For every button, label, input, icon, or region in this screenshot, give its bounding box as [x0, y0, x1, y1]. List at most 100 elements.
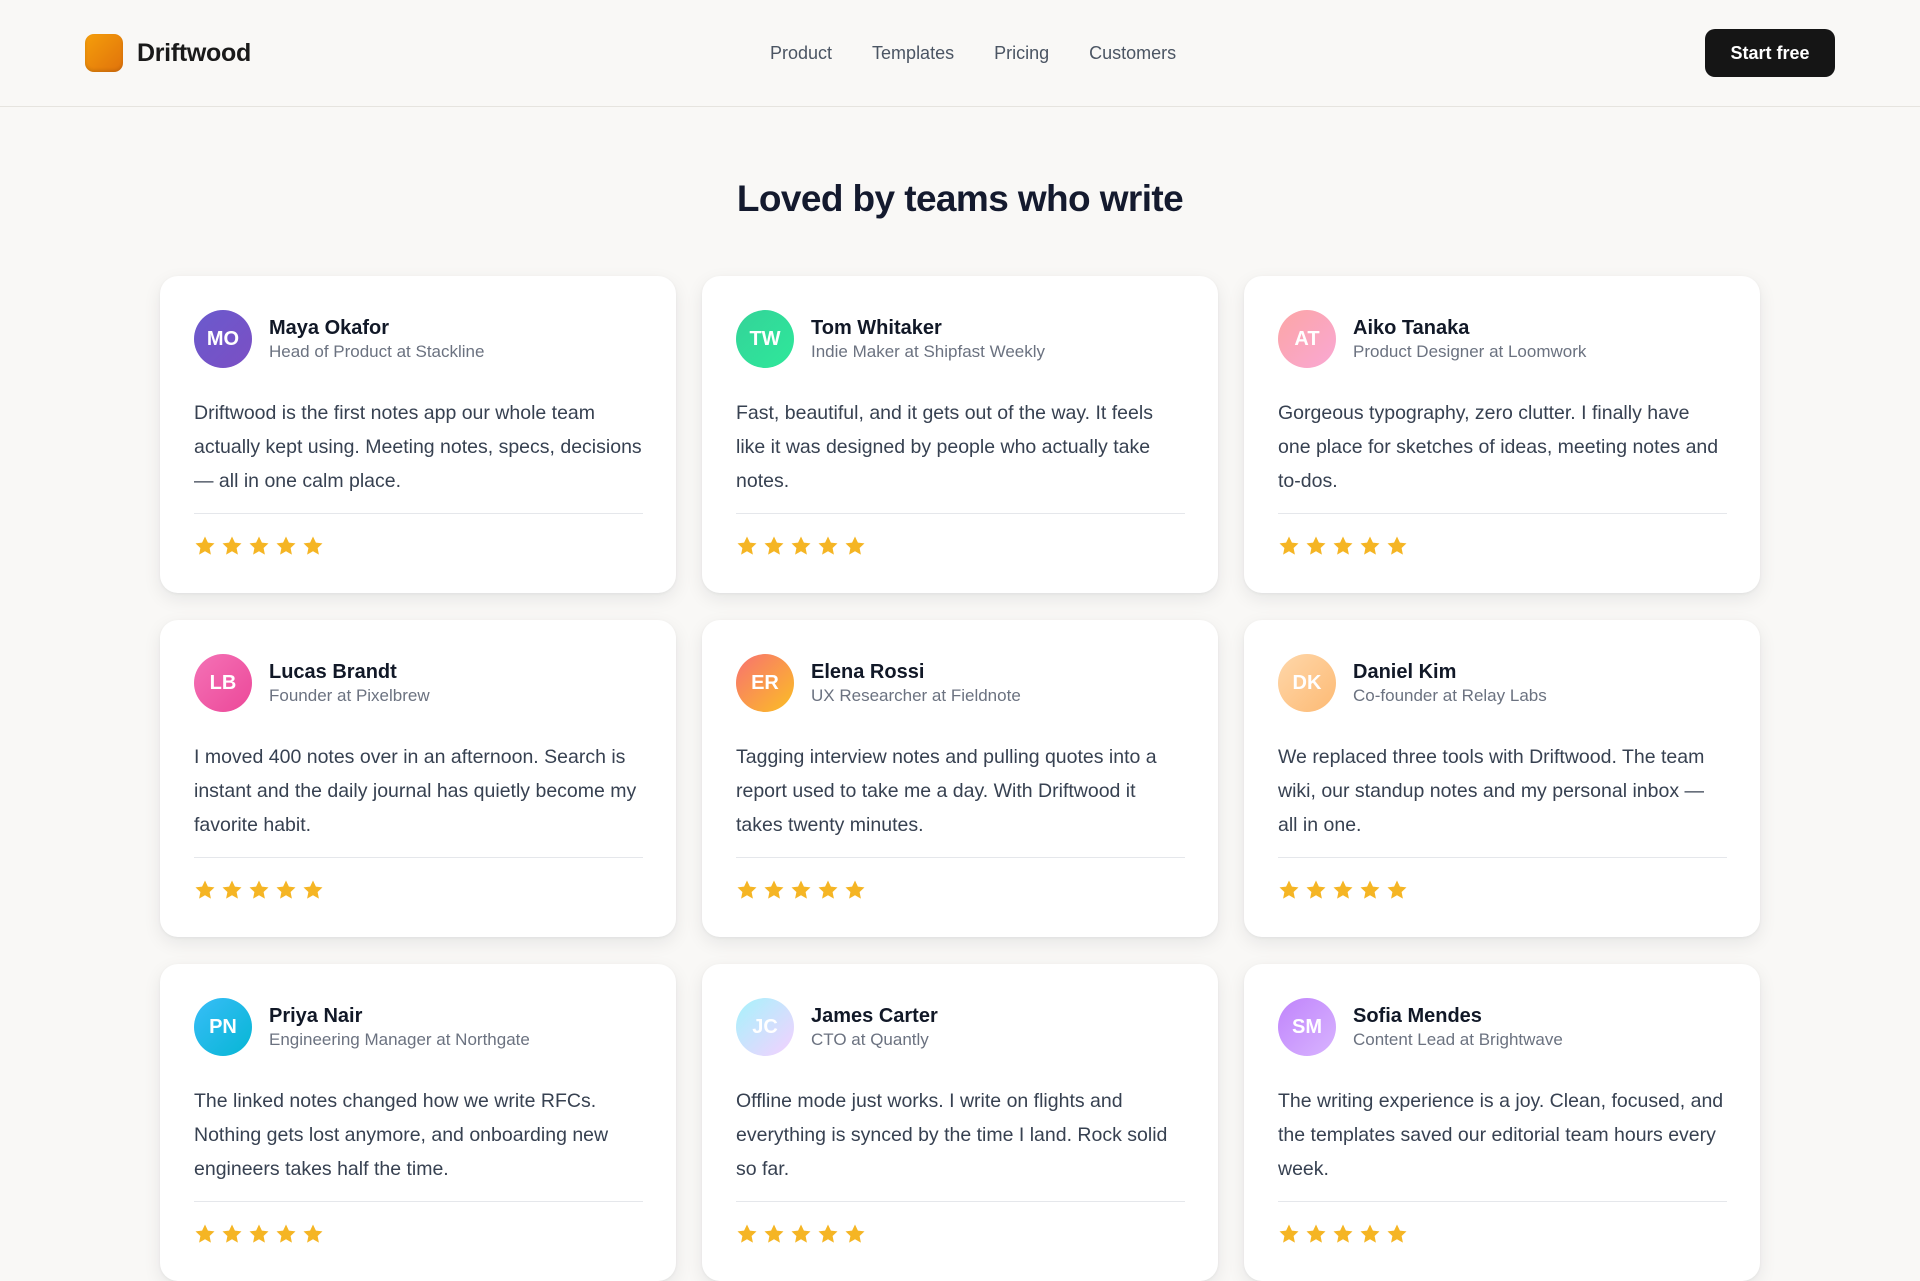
- author-role: Product Designer at Loomwork: [1353, 342, 1587, 361]
- author-info: Elena Rossi UX Researcher at Fieldnote: [811, 660, 1021, 706]
- card-divider: [194, 513, 643, 514]
- nav-link-templates[interactable]: Templates: [872, 43, 954, 64]
- star-rating: [735, 878, 867, 902]
- author-role: Engineering Manager at Northgate: [269, 1030, 530, 1049]
- avatar: LB: [194, 654, 252, 712]
- star-icon: [843, 878, 867, 902]
- author-info: Maya Okafor Head of Product at Stackline: [269, 316, 484, 362]
- testimonial-card: SM Sofia Mendes Content Lead at Brightwave…: [1244, 964, 1760, 1281]
- author-name: Elena Rossi: [811, 661, 925, 683]
- star-icon: [843, 1222, 867, 1246]
- author-role: CTO at Quantly: [811, 1030, 929, 1049]
- avatar: JC: [736, 998, 794, 1056]
- testimonial-card: ER Elena Rossi UX Researcher at Fieldnote T…: [702, 620, 1218, 937]
- testimonial-author: JC James Carter CTO at Quantly: [736, 998, 1185, 1056]
- star-icon: [220, 1222, 244, 1246]
- card-divider: [194, 857, 643, 858]
- star-icon: [247, 1222, 271, 1246]
- testimonial-author: ER Elena Rossi UX Researcher at Fieldnote: [736, 654, 1185, 712]
- star-icon: [193, 534, 217, 558]
- star-icon: [247, 878, 271, 902]
- brand-name: Driftwood: [137, 38, 251, 67]
- nav-link-pricing[interactable]: Pricing: [994, 43, 1049, 64]
- star-icon: [1277, 534, 1301, 558]
- testimonial-author: SM Sofia Mendes Content Lead at Brightwave: [1278, 998, 1727, 1056]
- nav-link-customers[interactable]: Customers: [1089, 43, 1176, 64]
- star-icon: [762, 534, 786, 558]
- start-free-button[interactable]: Start free: [1705, 29, 1835, 77]
- avatar: SM: [1278, 998, 1336, 1056]
- avatar: DK: [1278, 654, 1336, 712]
- testimonial-quote: I moved 400 notes over in an afternoon. …: [194, 746, 637, 836]
- author-info: Aiko Tanaka Product Designer at Loomwork: [1353, 316, 1586, 362]
- star-icon: [193, 878, 217, 902]
- avatar: AT: [1278, 310, 1336, 368]
- top-navbar: Driftwood Product Templates Pricing Cust…: [0, 0, 1920, 107]
- star-icon: [1304, 1222, 1328, 1246]
- testimonial-card: AT Aiko Tanaka Product Designer at Loomwor…: [1244, 276, 1760, 593]
- star-icon: [789, 1222, 813, 1246]
- author-role: Co-founder at Relay Labs: [1353, 686, 1547, 705]
- star-icon: [301, 1222, 325, 1246]
- star-icon: [843, 534, 867, 558]
- star-icon: [1304, 878, 1328, 902]
- testimonial-card: DK Daniel Kim Co-founder at Relay Labs We r…: [1244, 620, 1760, 937]
- star-rating: [193, 1222, 325, 1246]
- brand-logo-link[interactable]: Driftwood: [85, 34, 251, 72]
- star-icon: [789, 878, 813, 902]
- testimonial-quote: Driftwood is the first notes app our who…: [194, 402, 642, 492]
- author-info: James Carter CTO at Quantly: [811, 1004, 938, 1050]
- card-divider: [736, 1201, 1185, 1202]
- testimonial-quote: The linked notes changed how we write RF…: [194, 1090, 609, 1180]
- card-divider: [1278, 1201, 1727, 1202]
- author-name: Aiko Tanaka: [1353, 317, 1470, 339]
- star-icon: [735, 534, 759, 558]
- author-role: Indie Maker at Shipfast Weekly: [811, 342, 1046, 361]
- star-icon: [1358, 534, 1382, 558]
- star-icon: [789, 534, 813, 558]
- driftwood-logo-icon: [85, 34, 123, 72]
- star-icon: [274, 534, 298, 558]
- star-icon: [220, 534, 244, 558]
- avatar: TW: [736, 310, 794, 368]
- star-icon: [816, 1222, 840, 1246]
- testimonial-quote: The writing experience is a joy. Clean, …: [1278, 1090, 1724, 1180]
- star-icon: [301, 878, 325, 902]
- avatar: ER: [736, 654, 794, 712]
- testimonial-quote: We replaced three tools with Driftwood. …: [1278, 746, 1705, 836]
- testimonial-author: PN Priya Nair Engineering Manager at North…: [194, 998, 643, 1056]
- author-name: Maya Okafor: [269, 317, 390, 339]
- card-divider: [1278, 513, 1727, 514]
- star-icon: [301, 534, 325, 558]
- author-info: Daniel Kim Co-founder at Relay Labs: [1353, 660, 1547, 706]
- star-rating: [735, 534, 867, 558]
- testimonial-card: PN Priya Nair Engineering Manager at North…: [160, 964, 676, 1281]
- card-divider: [194, 1201, 643, 1202]
- author-name: Sofia Mendes: [1353, 1005, 1482, 1027]
- testimonial-card: MO Maya Okafor Head of Product at Stacklin…: [160, 276, 676, 593]
- testimonial-card: LB Lucas Brandt Founder at Pixelbrew I move…: [160, 620, 676, 937]
- author-name: Daniel Kim: [1353, 661, 1457, 683]
- avatar: PN: [194, 998, 252, 1056]
- testimonial-author: MO Maya Okafor Head of Product at Stacklin…: [194, 310, 643, 368]
- testimonial-quote: Fast, beautiful, and it gets out of the …: [736, 402, 1153, 492]
- star-rating: [1277, 534, 1409, 558]
- star-icon: [1385, 534, 1409, 558]
- author-name: James Carter: [811, 1005, 938, 1027]
- star-icon: [735, 878, 759, 902]
- testimonial-grid: MO Maya Okafor Head of Product at Stacklin…: [160, 276, 1760, 1281]
- nav-link-product[interactable]: Product: [770, 43, 832, 64]
- star-icon: [1358, 1222, 1382, 1246]
- star-icon: [1277, 1222, 1301, 1246]
- star-icon: [274, 878, 298, 902]
- card-divider: [1278, 857, 1727, 858]
- star-icon: [247, 534, 271, 558]
- card-divider: [736, 513, 1185, 514]
- testimonial-author: TW Tom Whitaker Indie Maker at Shipfast We…: [736, 310, 1185, 368]
- avatar: MO: [194, 310, 252, 368]
- testimonial-card: JC James Carter CTO at Quantly Offline mode…: [702, 964, 1218, 1281]
- star-rating: [193, 534, 325, 558]
- main-nav: Product Templates Pricing Customers: [750, 0, 1196, 107]
- author-role: UX Researcher at Fieldnote: [811, 686, 1021, 705]
- author-info: Tom Whitaker Indie Maker at Shipfast Week…: [811, 316, 1045, 362]
